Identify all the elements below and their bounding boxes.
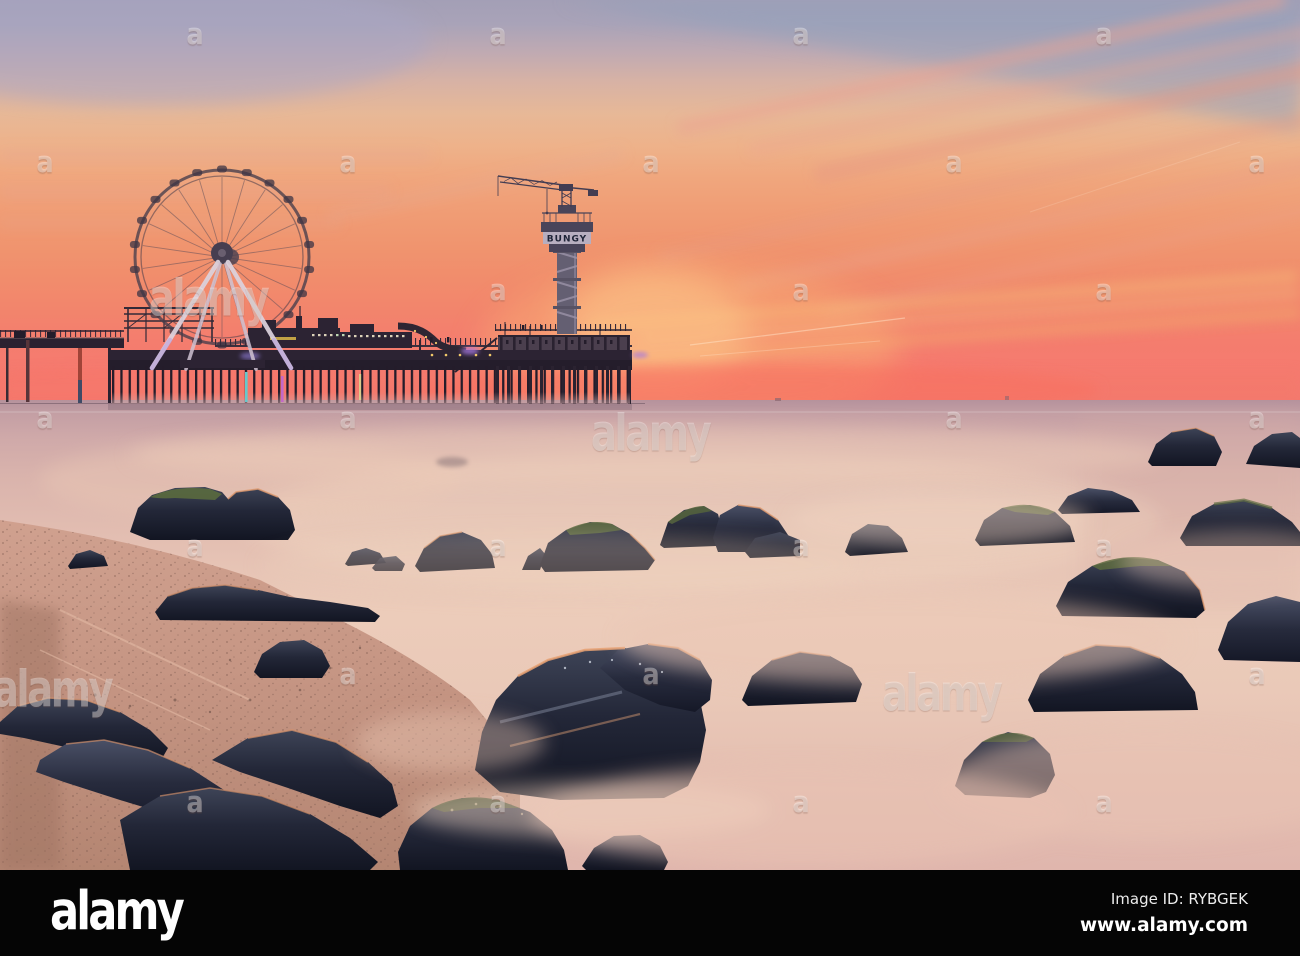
image-id-text: Image ID: RYBGEK <box>1110 890 1248 908</box>
scene-graphic: BUNGY <box>0 0 1300 870</box>
mist-band <box>130 425 1170 485</box>
alamy-logo: alamy <box>50 879 185 943</box>
alamy-website-text: www.alamy.com <box>1079 915 1248 936</box>
alamy-footer-bar: alamy Image ID: RYBGEK www.alamy.com <box>0 870 1300 956</box>
sunset-pier-photo: BUNGY <box>0 0 1300 870</box>
bungy-sign: BUNGY <box>547 235 587 245</box>
alamy-stock-photo: BUNGY a a a a a a a a a a a a a a a a a … <box>0 0 1300 956</box>
